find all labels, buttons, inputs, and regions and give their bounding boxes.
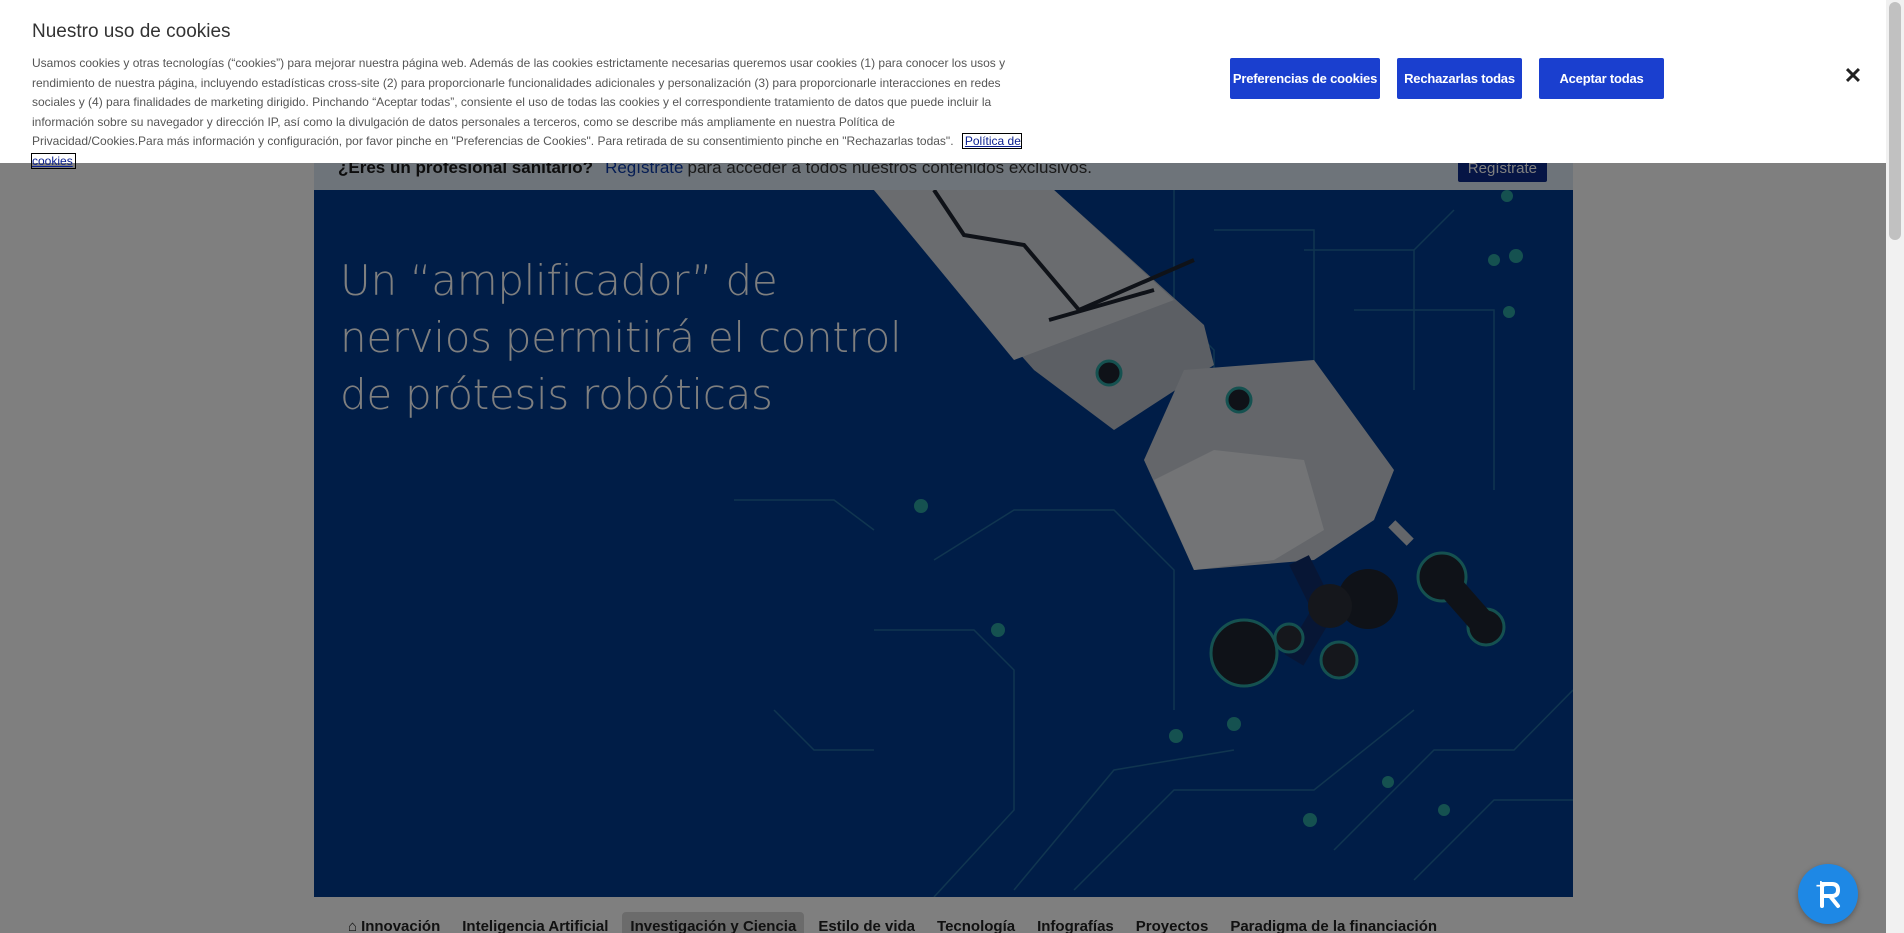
page-scrollbar[interactable] — [1886, 0, 1904, 933]
cookie-banner: Nuestro uso de cookies Usamos cookies y … — [0, 0, 1886, 169]
scrollbar-thumb[interactable] — [1889, 2, 1901, 240]
accessibility-widget-button[interactable]: + — [1798, 864, 1858, 924]
accessibility-icon: + — [1815, 878, 1840, 908]
cookie-banner-body: Usamos cookies y otras tecnologías (“coo… — [32, 56, 1006, 148]
close-icon[interactable]: ✕ — [1843, 65, 1863, 87]
accept-all-button[interactable]: Aceptar todas — [1539, 58, 1664, 99]
cookie-preferences-button[interactable]: Preferencias de cookies — [1230, 58, 1380, 99]
cookie-banner-text: Usamos cookies y otras tecnologías (“coo… — [31, 54, 1022, 171]
reject-all-button[interactable]: Rechazarlas todas — [1397, 58, 1522, 99]
cookie-banner-title: Nuestro uso de cookies — [32, 21, 231, 42]
